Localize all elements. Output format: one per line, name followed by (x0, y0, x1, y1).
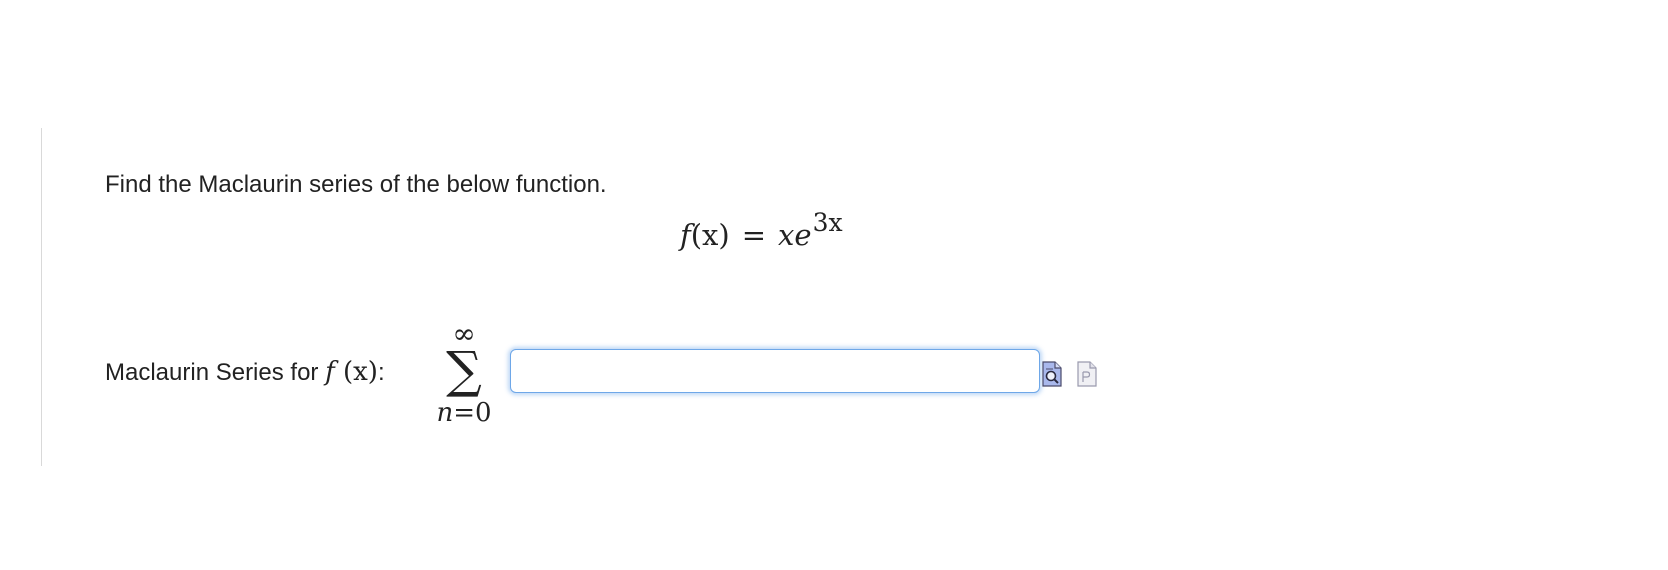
question-prompt: Find the Maclaurin series of the below f… (105, 171, 607, 198)
answer-label-function: f (325, 357, 335, 387)
answer-label-arg: (x) (342, 357, 378, 387)
answer-label-colon: : (377, 359, 385, 386)
summation: ∞ ∑ n=0 (432, 320, 496, 430)
answer-label: Maclaurin Series for f (x): (105, 357, 385, 388)
answer-input[interactable] (510, 349, 1040, 393)
function-exponent: 3x (812, 208, 843, 237)
left-border-rule (41, 128, 42, 466)
sigma-symbol: ∑ (446, 341, 482, 399)
answer-label-text: Maclaurin Series for (105, 359, 319, 386)
sum-start: =0 (453, 398, 492, 428)
function-name: f (680, 218, 691, 252)
function-formula: f(x) = xe3x (680, 208, 843, 266)
equals-sign: = (741, 218, 767, 252)
preview-magnifier-icon[interactable] (1040, 360, 1064, 388)
function-base: xe (778, 218, 812, 252)
function-arg: (x) (690, 218, 730, 252)
sum-lower-limit: n=0 (432, 398, 496, 428)
equation-editor-icon[interactable] (1075, 360, 1099, 388)
sum-index: n (436, 398, 454, 428)
